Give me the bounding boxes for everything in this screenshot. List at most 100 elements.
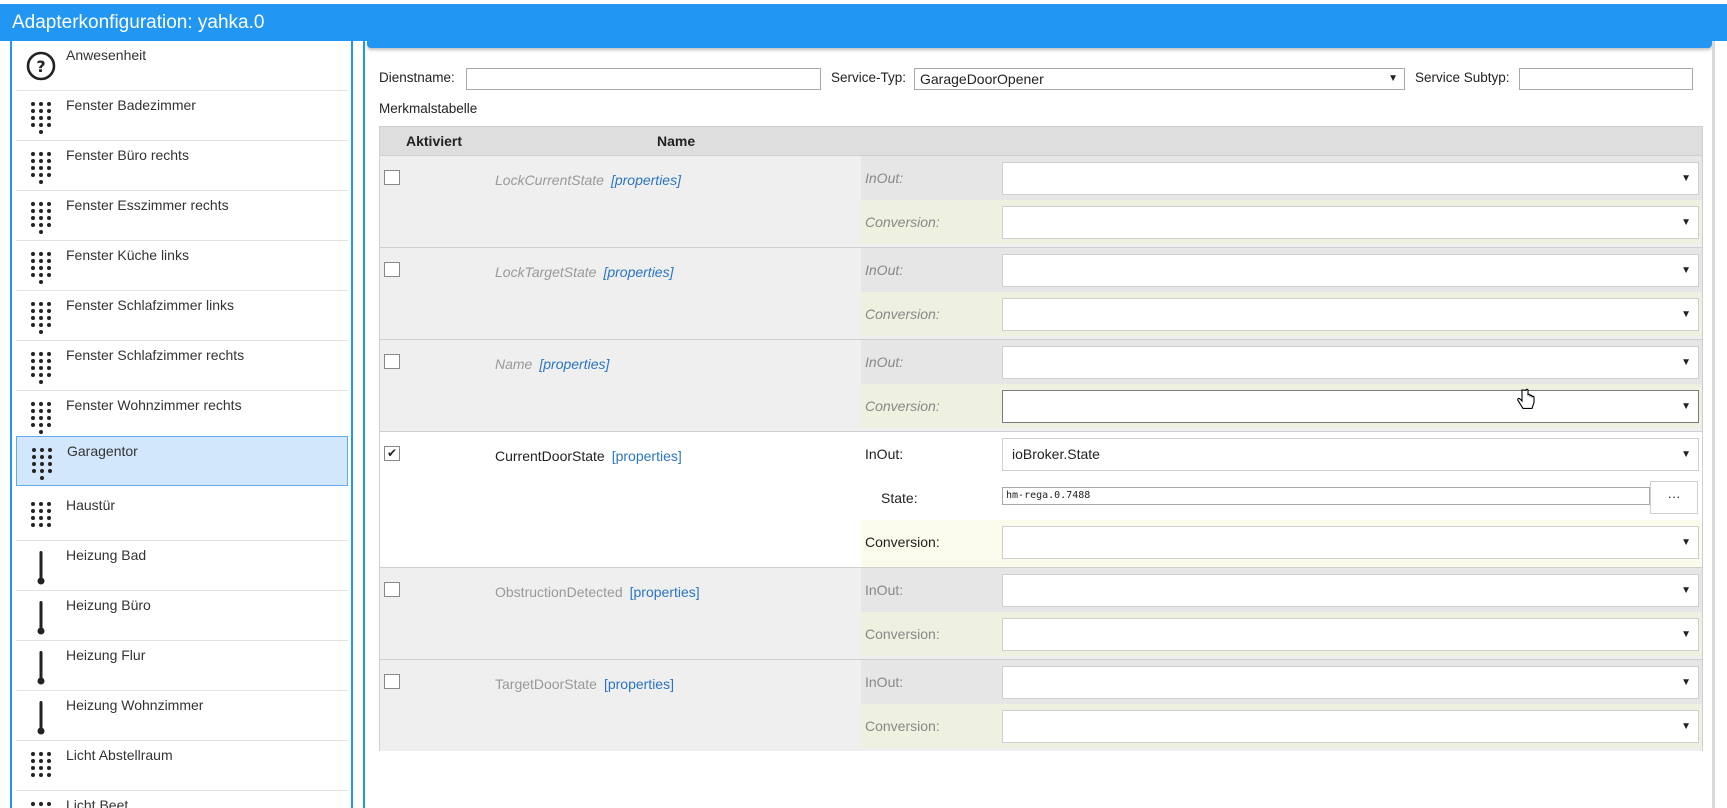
service-type-select[interactable]: GarageDoorOpener ▼ — [914, 68, 1405, 90]
activate-checkbox[interactable] — [384, 170, 400, 185]
activate-checkbox[interactable] — [384, 674, 400, 689]
conversion-select[interactable]: ▼ — [1002, 206, 1699, 239]
conversion-row: Conversion: ▼ — [861, 384, 1702, 428]
sidebar-item-garagentor[interactable]: Garagentor — [16, 436, 348, 486]
properties-link[interactable]: [properties] — [612, 448, 682, 464]
inout-row: InOut: ioBroker.State ▼ — [861, 432, 1702, 476]
sidebar-item-label: Licht Abstellraum — [66, 747, 173, 763]
sidebar-item-label: Anwesenheit — [66, 47, 147, 63]
header-name: Name — [657, 133, 696, 149]
inout-select[interactable]: ▼ — [1002, 162, 1699, 195]
table-row: ObstructionDetected [properties] InOut: ▼… — [380, 567, 1702, 659]
chevron-down-icon: ▼ — [1681, 677, 1691, 688]
inout-select[interactable]: ▼ — [1002, 574, 1699, 607]
conversion-row: Conversion: ▼ — [861, 612, 1702, 656]
inout-select[interactable]: ioBroker.State ▼ — [1002, 438, 1699, 471]
table-header: Aktiviert Name — [380, 127, 1702, 155]
conversion-label: Conversion: — [865, 534, 940, 550]
sidebar-item-fenster-esszimmer-rechts[interactable]: Fenster Esszimmer rechts — [16, 191, 348, 241]
conversion-select[interactable]: ▼ — [1002, 390, 1699, 423]
sidebar-item-fenster-wohnzimmer-rechts[interactable]: Fenster Wohnzimmer rechts — [16, 391, 348, 441]
chevron-down-icon: ▼ — [1681, 217, 1691, 228]
conversion-row: Conversion: ▼ — [861, 292, 1702, 336]
sidebar-item-fenster-schlafzimmer-rechts[interactable]: Fenster Schlafzimmer rechts — [16, 341, 348, 391]
sidebar-item-label: Haustür — [66, 497, 116, 513]
keypad-dots-icon — [24, 397, 58, 437]
inout-select[interactable]: ▼ — [1002, 254, 1699, 287]
inout-label: InOut: — [865, 446, 904, 462]
sidebar-item-label: Fenster Büro rechts — [66, 147, 189, 163]
activate-checkbox[interactable] — [384, 262, 400, 277]
sidebar-item-label: Heizung Bad — [66, 547, 147, 563]
sidebar-item-label: Fenster Schlafzimmer links — [66, 297, 235, 313]
device-sidebar[interactable]: ? Anwesenheit Fenster Badezimmer Fenster… — [10, 41, 353, 808]
state-browse-button[interactable]: ··· — [1650, 481, 1698, 514]
chevron-down-icon: ▼ — [1681, 585, 1691, 596]
properties-link[interactable]: [properties] — [604, 676, 674, 692]
sidebar-item-fenster-buero-rechts[interactable]: Fenster Büro rechts — [16, 141, 348, 191]
inout-row: InOut: ▼ — [861, 340, 1702, 384]
service-subtype-input[interactable] — [1519, 68, 1693, 90]
svg-text:?: ? — [36, 57, 45, 76]
sidebar-item-fenster-badezimmer[interactable]: Fenster Badezimmer — [16, 91, 348, 141]
chevron-down-icon: ▼ — [1681, 357, 1691, 368]
sidebar-item-heizung-buero[interactable]: Heizung Büro — [16, 591, 348, 641]
sidebar-item-heizung-bad[interactable]: Heizung Bad — [16, 541, 348, 591]
sidebar-item-label: Heizung Büro — [66, 597, 151, 613]
service-name-input[interactable] — [466, 68, 821, 90]
hand-cursor-icon — [1516, 388, 1536, 414]
properties-link[interactable]: [properties] — [539, 356, 609, 372]
chevron-down-icon: ▼ — [1681, 721, 1691, 732]
thermometer-icon — [24, 647, 58, 687]
service-subtype-label: Service Subtyp: — [1415, 70, 1510, 85]
inout-label: InOut: — [865, 674, 904, 690]
vertical-scrollbar[interactable] — [1712, 41, 1715, 808]
sidebar-item-label: Fenster Esszimmer rechts — [66, 197, 229, 213]
chevron-down-icon: ▼ — [1681, 629, 1691, 640]
thermometer-icon — [24, 697, 58, 737]
characteristic-name: CurrentDoorState [properties] — [495, 448, 682, 464]
panel-divider — [363, 41, 365, 808]
sidebar-item-fenster-kueche-links[interactable]: Fenster Küche links — [16, 241, 348, 291]
chevron-down-icon: ▼ — [1681, 401, 1691, 412]
inout-label: InOut: — [865, 582, 904, 598]
activate-checkbox-checked[interactable]: ✔ — [384, 446, 400, 461]
inout-label: InOut: — [865, 262, 904, 278]
inout-row: InOut: ▼ — [861, 156, 1702, 200]
panel-header-band — [367, 41, 1712, 48]
chevron-down-icon: ▼ — [1681, 265, 1691, 276]
sidebar-item-licht-beet[interactable]: Licht Beet — [16, 791, 348, 808]
characteristic-name: ObstructionDetected [properties] — [495, 584, 700, 600]
state-row: State: hm-rega.0.7488 ··· — [861, 476, 1702, 520]
header-activated: Aktiviert — [406, 133, 463, 149]
keypad-dots-icon — [25, 443, 59, 483]
conversion-select[interactable]: ▼ — [1002, 298, 1699, 331]
sidebar-item-haustuer[interactable]: Haustür — [16, 491, 348, 541]
activate-checkbox[interactable] — [384, 354, 400, 369]
conversion-select[interactable]: ▼ — [1002, 618, 1699, 651]
sidebar-item-heizung-flur[interactable]: Heizung Flur — [16, 641, 348, 691]
properties-link[interactable]: [properties] — [603, 264, 673, 280]
sidebar-item-licht-abstellraum[interactable]: Licht Abstellraum — [16, 741, 348, 791]
conversion-label: Conversion: — [865, 626, 940, 642]
sidebar-item-label: Fenster Wohnzimmer rechts — [66, 397, 242, 413]
sidebar-item-label: Fenster Badezimmer — [66, 97, 196, 113]
inout-select[interactable]: ▼ — [1002, 666, 1699, 699]
characteristic-name: Name [properties] — [495, 356, 610, 372]
inout-select[interactable]: ▼ — [1002, 346, 1699, 379]
chevron-down-icon: ▼ — [1681, 173, 1691, 184]
sidebar-item-anwesenheit[interactable]: ? Anwesenheit — [16, 41, 348, 91]
properties-link[interactable]: [properties] — [611, 172, 681, 188]
keypad-dots-icon — [24, 347, 58, 387]
sidebar-item-fenster-schlafzimmer-links[interactable]: Fenster Schlafzimmer links — [16, 291, 348, 341]
table-row: LockCurrentState [properties] InOut: ▼ Co… — [380, 155, 1702, 247]
activate-checkbox[interactable] — [384, 582, 400, 597]
properties-link[interactable]: [properties] — [630, 584, 700, 600]
conversion-select[interactable]: ▼ — [1002, 710, 1699, 743]
conversion-select[interactable]: ▼ — [1002, 526, 1699, 559]
sidebar-item-heizung-wohnzimmer[interactable]: Heizung Wohnzimmer — [16, 691, 348, 741]
table-row: TargetDoorState [properties] InOut: ▼ Con… — [380, 659, 1702, 751]
state-input[interactable]: hm-rega.0.7488 — [1002, 487, 1650, 505]
inout-row: InOut: ▼ — [861, 248, 1702, 292]
inout-row: InOut: ▼ — [861, 568, 1702, 612]
